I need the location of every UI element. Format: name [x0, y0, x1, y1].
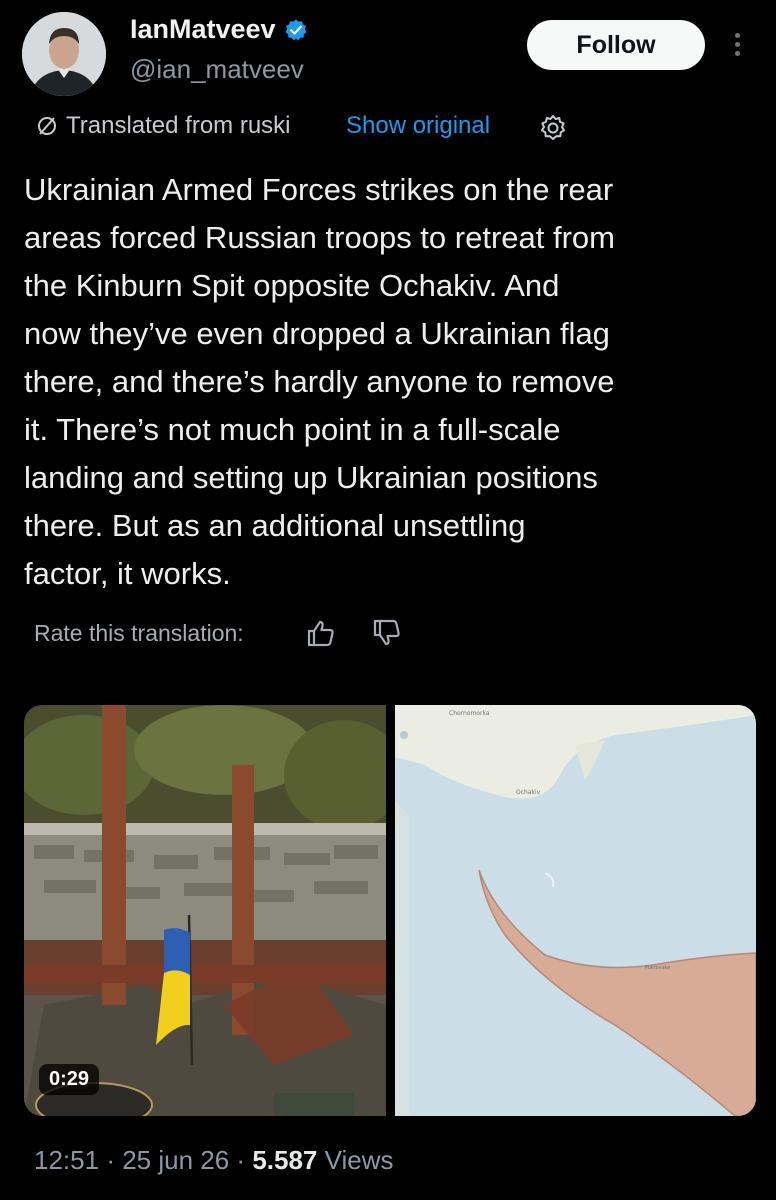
post-time[interactable]: 12:51	[34, 1145, 99, 1175]
translated-from-text: Translated from ruski	[66, 112, 291, 139]
author-name-row[interactable]: IanMatveev	[130, 14, 308, 45]
verified-badge-icon	[285, 19, 307, 40]
post-text: Ukrainian Armed Forces strikes on the re…	[24, 172, 615, 591]
post-meta: 12:51 · 25 jun 26 · 5.587 Views	[34, 1145, 394, 1176]
gear-icon[interactable]	[537, 112, 569, 144]
author-handle[interactable]: @ian_matveev	[130, 54, 304, 85]
translation-label-row: Translated from ruski	[34, 112, 291, 140]
media-grid: Chornomorka Ochakiv Pokrovske	[24, 705, 756, 1116]
author-name[interactable]: IanMatveev	[130, 14, 276, 45]
thumbs-up-icon[interactable]	[304, 616, 338, 650]
map-label-pokrovske: Pokrovske	[645, 965, 670, 971]
map-thumbnail[interactable]: Chornomorka Ochakiv Pokrovske	[395, 705, 756, 1116]
post-date[interactable]: 25 jun 26	[122, 1145, 229, 1175]
translate-icon	[38, 117, 56, 135]
more-options-icon[interactable]	[732, 30, 742, 62]
video-duration-badge: 0:29	[39, 1064, 100, 1095]
map-label-chornomorka: Chornomorka	[449, 710, 490, 717]
rate-translation-label: Rate this translation:	[34, 620, 244, 646]
map-label-ochakiv: Ochakiv	[516, 789, 541, 796]
follow-button[interactable]: Follow	[527, 20, 705, 70]
video-thumbnail[interactable]	[24, 705, 386, 1116]
views-label: Views	[324, 1145, 394, 1175]
avatar[interactable]	[22, 12, 106, 96]
thumbs-down-icon[interactable]	[370, 616, 404, 650]
avatar-photo	[22, 12, 106, 96]
meta-separator: ·	[106, 1145, 123, 1175]
show-original-link[interactable]: Show original	[346, 112, 490, 140]
meta-separator: ·	[236, 1145, 253, 1175]
views-count: 5.587	[252, 1145, 318, 1175]
